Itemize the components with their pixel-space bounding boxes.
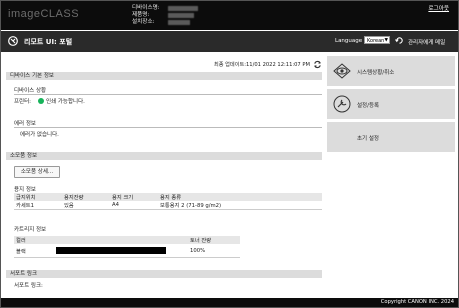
paper-info-title: 용지 정보 [14, 187, 36, 193]
device-basic-info-header: 디바이스 기본 정보 [6, 72, 322, 80]
remote-ui-logo-icon [8, 36, 18, 46]
sidebar-item-settings[interactable]: 설정/등록 [327, 89, 455, 119]
page-title: 리모트 UI: 포털 [24, 38, 73, 46]
error-info-title: 에러 정보 [14, 121, 36, 127]
cartridge-col-header: 토너 잔량 [188, 236, 240, 244]
language-select[interactable]: Korean ▼ [364, 36, 390, 44]
sidebar-item-initial-setup[interactable]: 초기 설정 [327, 122, 455, 152]
device-name-value-blurred [168, 6, 198, 11]
paper-col-header: 급지위치 [14, 193, 62, 201]
device-name-label: 디바이스명: [132, 5, 160, 11]
sidebar-item-label: 시스템상황/취소 [357, 70, 395, 76]
top-header: imageCLASS 디바이스명: 제품명: 설치장소: 로그아웃 [1, 1, 458, 30]
error-text: 에러가 없습니다. [20, 132, 59, 138]
refresh-icon[interactable] [313, 60, 322, 69]
toner-level-bar [56, 247, 166, 254]
sidebar-item-label: 설정/등록 [357, 103, 380, 109]
printer-status-text: 인쇄 가능합니다. [46, 99, 85, 105]
product-name-label: 제품명: [132, 12, 150, 18]
settings-icon [333, 95, 351, 113]
cartridge-col-header [54, 236, 188, 244]
cartridge-col-header: 컬러 [14, 236, 54, 244]
device-info: 디바이스명: 제품명: 설치장소: [132, 5, 198, 26]
cartridge-table: 컬러 토너 잔량 블랙 100% [14, 236, 240, 258]
sidebar-item-system-status[interactable]: 시스템상황/취소 [327, 56, 455, 86]
paper-col-header: 용지 종류 [158, 193, 322, 201]
paper-cell: 있음 [62, 201, 110, 210]
paper-cell: 보통용지 2 (71-89 g/m2) [158, 201, 322, 210]
support-header: 서포트 링크 [6, 270, 322, 278]
language-label: Language [335, 38, 363, 44]
device-status-title: 디바이스 상황 [14, 88, 47, 94]
chevron-down-icon: ▼ [384, 38, 388, 43]
eye-icon [333, 63, 351, 79]
paper-col-header: 용지 크기 [110, 193, 158, 201]
footer: Copyright CANON INC. 2024 [1, 298, 458, 307]
consumables-header: 소모품 정보 [6, 152, 322, 160]
table-row: 블랙 100% [14, 244, 240, 258]
toner-level-bar-cell [54, 244, 188, 258]
main-content: 최종 업데이트:11/01 2022 12:11:07 PM 디바이스 기본 정… [6, 56, 322, 307]
divider [14, 127, 322, 128]
paper-cell: A4 [110, 201, 158, 210]
language-value: Korean [367, 38, 385, 44]
logout-link[interactable]: 로그아웃 [428, 4, 449, 12]
cartridge-color: 블랙 [14, 244, 54, 258]
product-name-value-blurred [168, 13, 194, 18]
brand-logo: imageCLASS [8, 8, 80, 20]
paper-cell: 카세트1 [14, 201, 62, 210]
table-row: 카세트1 있음 A4 보통용지 2 (71-89 g/m2) [14, 201, 322, 210]
divider [14, 94, 322, 95]
cartridge-info-title: 카트리지 정보 [14, 227, 47, 233]
location-label: 설치장소: [132, 19, 155, 25]
printer-status: 인쇄 가능합니다. [38, 97, 85, 105]
admin-mail-link[interactable]: 관리자에게 메일 [408, 38, 445, 46]
sidebar-item-label: 초기 설정 [357, 136, 379, 142]
last-update: 최종 업데이트:11/01 2022 12:11:07 PM [214, 60, 322, 69]
toner-level-text: 100% [188, 244, 240, 258]
remote-ui-portal: imageCLASS 디바이스명: 제품명: 설치장소: 로그아웃 리모트 UI… [0, 0, 459, 308]
paper-col-header: 용지잔량 [62, 193, 110, 201]
ready-status-icon [38, 98, 44, 104]
paper-table: 급지위치 용지잔량 용지 크기 용지 종류 카세트1 있음 A4 보통용지 2 … [14, 193, 322, 210]
support-link-label: 서포트 링크: [14, 283, 43, 289]
copyright-text: Copyright CANON INC. 2024 [380, 299, 454, 305]
location-value-blurred [168, 20, 190, 25]
title-bar: 리모트 UI: 포털 Language Korean ▼ 관리자에게 메일 [1, 31, 458, 52]
consumables-detail-button[interactable]: 소모품 상세... [14, 166, 60, 178]
last-update-text: 최종 업데이트:11/01 2022 12:11:07 PM [213, 62, 310, 68]
printer-label: 프린터: [14, 99, 32, 105]
mail-return-icon[interactable] [395, 36, 404, 45]
